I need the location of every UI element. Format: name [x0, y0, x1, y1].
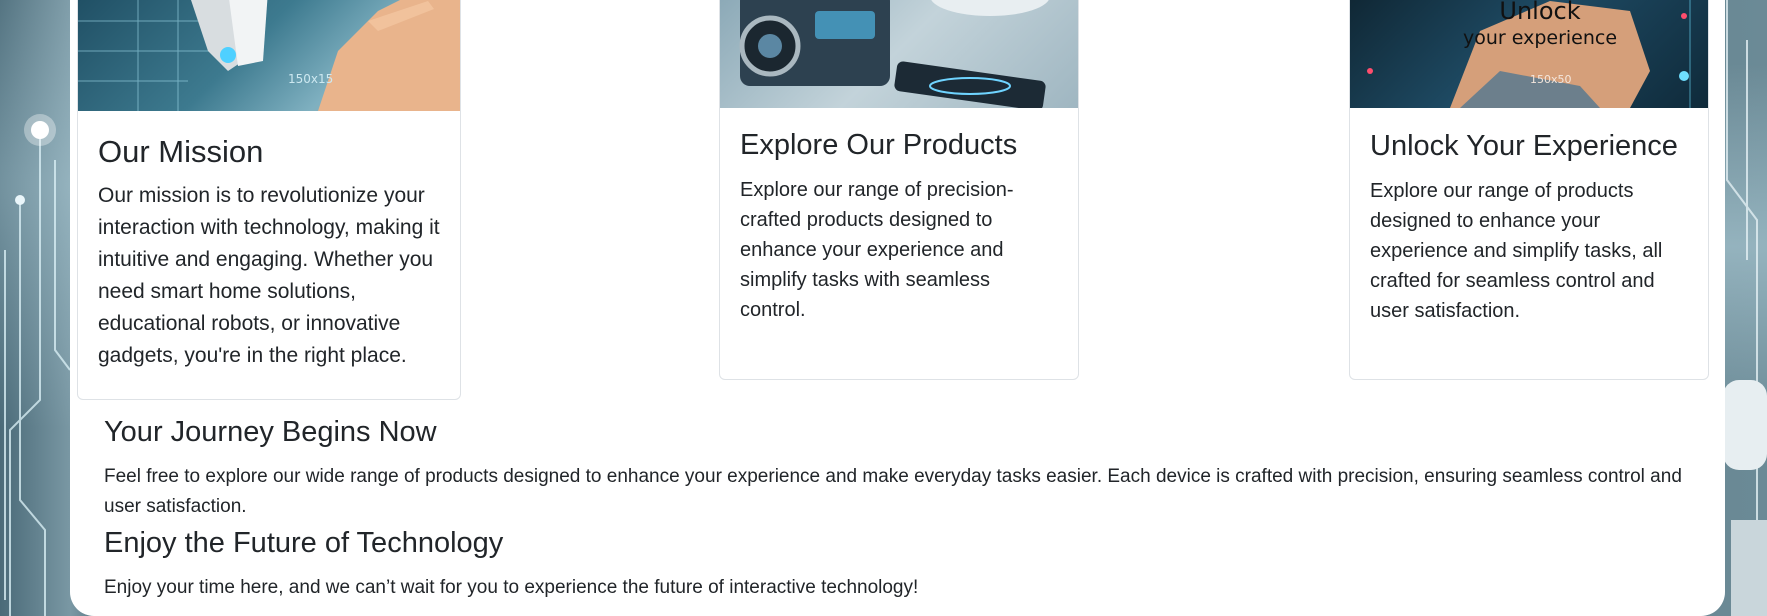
- card-text-products: Explore our range of precision-crafted p…: [740, 178, 1014, 321]
- card-title-products: Explore Our Products: [740, 129, 1018, 161]
- unlock-image-caption: 150x50: [1530, 73, 1572, 86]
- camera-phone-illustration: [739, 0, 1049, 108]
- unlock-image-subheadline: your experience: [1463, 27, 1617, 49]
- card-image-mission: 150x15: [78, 0, 460, 111]
- circuit-left-decoration: [4, 114, 71, 616]
- card-our-mission: 150x15 Our Mission Our mission is to rev…: [77, 0, 461, 400]
- unlock-image-headline: Unlock: [1499, 0, 1580, 25]
- section-title-journey: Your Journey Begins Now: [104, 416, 437, 448]
- card-text-mission: Our mission is to revolutionize your int…: [98, 184, 440, 368]
- card-title-unlock: Unlock Your Experience: [1370, 130, 1678, 162]
- section-text-journey: Feel free to explore our wide range of p…: [104, 466, 1682, 518]
- section-text-future: Enjoy your time here, and we can’t wait …: [104, 577, 919, 598]
- card-unlock-experience: Unlock your experience 150x50 Unlock You…: [1349, 0, 1709, 380]
- card-title-mission: Our Mission: [98, 134, 264, 169]
- hand-unlock-illustration: Unlock your experience 150x50: [1367, 0, 1691, 108]
- robot-hand-illustration: 150x15: [78, 0, 460, 111]
- mission-image-caption: 150x15: [288, 72, 333, 86]
- card-image-unlock: Unlock your experience 150x50: [1350, 0, 1708, 108]
- card-image-products: [720, 0, 1078, 108]
- card-explore-products: Explore Our Products Explore our range o…: [719, 0, 1079, 380]
- card-text-unlock: Explore our range of products designed t…: [1370, 180, 1663, 322]
- section-title-future: Enjoy the Future of Technology: [104, 527, 504, 559]
